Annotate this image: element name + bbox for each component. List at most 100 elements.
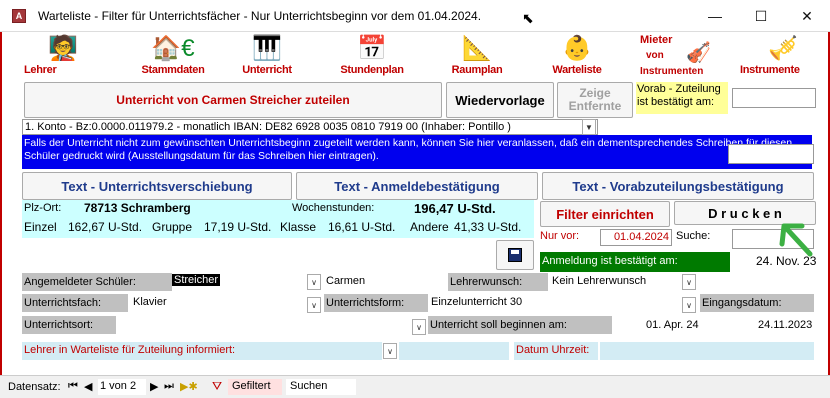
children-icon: 👶 xyxy=(562,35,592,62)
new-record-icon[interactable]: ▶✱ xyxy=(180,380,198,393)
konto-combo[interactable]: 1. Konto - Bz:0.0000.011979.2 - monatlic… xyxy=(22,119,598,135)
violin-icon: 🎻 xyxy=(686,42,711,64)
schueler-firstname[interactable]: Carmen xyxy=(326,275,365,287)
ort-label: Unterrichtsort: xyxy=(22,316,116,334)
nav-unterricht-button[interactable]: 🎹 Unterricht xyxy=(226,34,308,82)
nav-mieter-line1: Mieter xyxy=(640,34,673,46)
nav-instrumente-label: Instrumente xyxy=(740,64,800,76)
room-plan-icon: 📐 xyxy=(462,35,492,62)
record-counter[interactable]: 1 von 2 xyxy=(98,379,146,395)
fach-label: Unterrichtsfach: xyxy=(22,294,128,312)
next-record-icon[interactable]: ▶ xyxy=(150,380,158,393)
nav-stammdaten-label: Stammdaten xyxy=(141,64,205,76)
mouse-cursor-icon: ⬉ xyxy=(522,10,534,26)
filter-button[interactable]: Filter einrichten xyxy=(540,201,670,227)
wochen-value: 196,47 U-Std. xyxy=(414,201,496,216)
floppy-disk-icon xyxy=(508,248,522,262)
zeige-entfernte-button[interactable]: Zeige Entfernte xyxy=(557,82,633,118)
window-title: Warteliste - Filter für Unterrichtsfäche… xyxy=(38,9,482,23)
nav-unterricht-label: Unterricht xyxy=(242,64,292,76)
gruppe-label: Gruppe xyxy=(152,220,193,234)
piano-icon: 🎹 xyxy=(252,35,282,62)
house-euro-icon: 🏠€ xyxy=(151,35,195,62)
wiedervorlage-button[interactable]: Wiedervorlage xyxy=(446,82,554,118)
minimize-button[interactable]: — xyxy=(692,0,738,32)
nav-mieter-line3: Instrumenten xyxy=(640,66,704,77)
nav-stundenplan-button[interactable]: 📅 Stundenplan xyxy=(328,34,416,82)
datum-label: Datum Uhrzeit: xyxy=(514,342,598,360)
plz-value: 78713 Schramberg xyxy=(84,201,191,215)
gruppe-value: 17,19 U-Std. xyxy=(204,220,272,234)
calendar-icon: 📅 xyxy=(357,35,387,62)
chevron-down-icon[interactable]: ∨ xyxy=(682,297,696,313)
nurvor-field[interactable]: 01.04.2024 xyxy=(600,229,672,246)
lehrerwunsch-value[interactable]: Kein Lehrerwunsch xyxy=(552,275,646,287)
close-button[interactable]: ✕ xyxy=(784,0,830,32)
nav-warteliste-button[interactable]: 👶 Warteliste xyxy=(536,34,618,82)
nav-instrumente-button[interactable]: 🎺 Instrumente xyxy=(740,34,826,82)
eingang-value[interactable]: 24.11.2023 xyxy=(758,319,812,331)
nav-lehrer-label: Lehrer xyxy=(24,64,57,76)
nav-raumplan-button[interactable]: 📐 Raumplan xyxy=(436,34,518,82)
lehrer-info-label: Lehrer in Warteliste für Zuteilung infor… xyxy=(22,342,382,360)
filter-icon: ⛛ xyxy=(212,379,223,393)
einzel-label: Einzel xyxy=(24,220,57,234)
nav-lehrer-button[interactable]: 🧑‍🏫 Lehrer xyxy=(22,34,104,82)
title-bar: A Warteliste - Filter für Unterrichtsfäc… xyxy=(0,0,830,32)
klasse-label: Klasse xyxy=(280,220,317,234)
chevron-down-icon[interactable]: ∨ xyxy=(412,319,426,335)
text-verschiebung-button[interactable]: Text - Unterrichtsverschiebung xyxy=(22,172,292,200)
lehrerwunsch-label: Lehrerwunsch: xyxy=(448,273,548,291)
schueler-label: Angemeldeter Schüler: xyxy=(22,273,172,291)
first-record-icon[interactable]: ⏮ xyxy=(68,380,78,393)
anmeldung-value: 24. Nov. 23 xyxy=(756,254,817,268)
beginn-value[interactable]: 01. Apr. 24 xyxy=(646,319,699,331)
green-arrow-icon xyxy=(779,223,813,257)
wochen-label: Wochenstunden: xyxy=(292,202,375,214)
text-anmeldebestaetigung-button[interactable]: Text - Anmeldebestätigung xyxy=(296,172,538,200)
teacher-icon: 🧑‍🏫 xyxy=(48,35,78,62)
schreiben-date-field[interactable] xyxy=(728,144,814,164)
nav-warteliste-label: Warteliste xyxy=(552,64,602,76)
plz-label: Plz-Ort: xyxy=(24,202,62,214)
chevron-down-icon[interactable]: ∨ xyxy=(383,343,397,359)
lehrer-info-field[interactable] xyxy=(399,342,509,360)
prev-record-icon[interactable]: ◀ xyxy=(84,380,92,393)
suche-label: Suche: xyxy=(676,230,711,242)
vorab-label: Vorab - Zuteilung ist bestätigt am: xyxy=(636,82,728,114)
form-value[interactable]: Einzelunterricht 30 xyxy=(431,296,522,308)
record-navigation-bar: Datensatz: ⏮ ◀ 1 von 2 ▶ ⏭ ▶✱ ⛛ Gefilter… xyxy=(0,375,830,398)
maximize-button[interactable]: ☐ xyxy=(738,0,784,32)
chevron-down-icon[interactable]: ∨ xyxy=(682,274,696,290)
fach-value[interactable]: Klavier xyxy=(133,296,167,308)
text-vorabzuteilung-button[interactable]: Text - Vorabzuteilungsbestätigung xyxy=(542,172,814,200)
nav-raumplan-label: Raumplan xyxy=(451,64,503,76)
trumpet-icon: 🎺 xyxy=(768,35,798,62)
filter-status[interactable]: Gefiltert xyxy=(228,379,282,395)
chevron-down-icon[interactable]: ▼ xyxy=(582,119,596,135)
nav-mieter-button[interactable]: Mieter von Instrumenten 🎻 xyxy=(638,34,718,82)
beginn-label: Unterricht soll beginnen am: xyxy=(428,316,612,334)
chevron-down-icon[interactable]: ∨ xyxy=(307,297,321,313)
record-label: Datensatz: xyxy=(8,381,61,393)
nav-stundenplan-label: Stundenplan xyxy=(340,64,404,76)
app-icon: A xyxy=(12,9,26,23)
nav-stammdaten-button[interactable]: 🏠€ Stammdaten xyxy=(127,34,219,82)
schueler-lastname[interactable]: Streicher xyxy=(172,274,221,286)
summary-panel: Plz-Ort: 78713 Schramberg Wochenstunden:… xyxy=(22,200,534,238)
andere-label: Andere xyxy=(410,220,449,234)
nav-mieter-line2: von xyxy=(646,50,664,61)
klasse-value: 16,61 U-Std. xyxy=(328,220,396,234)
last-record-icon[interactable]: ⏭ xyxy=(164,380,174,393)
vorab-date-field[interactable] xyxy=(732,88,816,108)
anmeldung-label: Anmeldung ist bestätigt am: xyxy=(540,252,730,272)
andere-value: 41,33 U-Std. xyxy=(454,220,522,234)
datum-field[interactable] xyxy=(600,342,814,360)
eingang-label: Eingangsdatum: xyxy=(700,294,814,312)
chevron-down-icon[interactable]: ∨ xyxy=(307,274,321,290)
zuteilen-button[interactable]: Unterricht von Carmen Streicher zuteilen xyxy=(24,82,442,118)
einzel-value: 162,67 U-Std. xyxy=(68,220,143,234)
record-search-input[interactable]: Suchen xyxy=(286,379,356,395)
save-button[interactable] xyxy=(496,240,534,270)
form-label: Unterrichtsform: xyxy=(324,294,428,312)
